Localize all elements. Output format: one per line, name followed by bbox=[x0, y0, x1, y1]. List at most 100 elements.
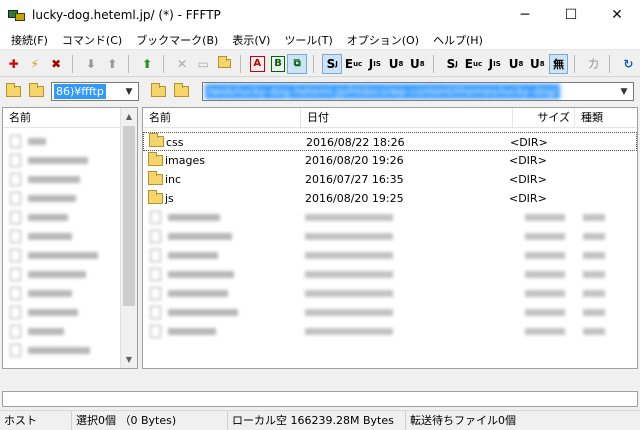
menu-bookmark[interactable]: ブックマーク(B) bbox=[129, 32, 225, 48]
obscured-file-row[interactable] bbox=[3, 265, 121, 284]
menu-help[interactable]: ヘルプ(H) bbox=[426, 32, 490, 48]
obscured-file-detail bbox=[525, 252, 565, 259]
file-icon bbox=[150, 230, 161, 243]
scroll-up-icon[interactable]: ▲ bbox=[121, 108, 137, 125]
remote-folder-row[interactable]: inc 2016/07/27 16:35 <DIR> bbox=[143, 170, 637, 189]
obscured-file-name bbox=[168, 328, 216, 335]
menu-options[interactable]: オプション(O) bbox=[340, 32, 426, 48]
remote-folder-row[interactable]: images 2016/08/20 19:26 <DIR> bbox=[143, 151, 637, 170]
remote-path-bar: /web/lucky-dog.heteml.jp/htdocs/wp-conte… bbox=[145, 79, 640, 104]
utf8-remote-icon[interactable]: U8 bbox=[386, 54, 405, 74]
sjis-remote-icon[interactable]: SJ bbox=[322, 53, 342, 74]
remote-folder-row[interactable]: js 2016/08/20 19:25 <DIR> bbox=[143, 189, 637, 208]
obscured-file-row[interactable] bbox=[3, 341, 121, 360]
scroll-down-icon[interactable]: ▼ bbox=[121, 351, 137, 368]
ascii-mode-icon[interactable]: A bbox=[249, 55, 265, 72]
maximize-button[interactable]: ☐ bbox=[548, 0, 594, 30]
file-icon bbox=[10, 325, 21, 338]
obscured-file-row[interactable] bbox=[3, 189, 121, 208]
obscured-file-row[interactable] bbox=[3, 322, 121, 341]
upload-icon[interactable]: ⬆ bbox=[103, 54, 122, 74]
minimize-button[interactable]: ─ bbox=[502, 0, 548, 30]
remote-file-list[interactable]: 名前 日付 サイズ 種類 css 2016/08/22 18:26 <DIR> … bbox=[142, 107, 638, 369]
utf8bom-local-icon[interactable]: U8 bbox=[528, 54, 547, 74]
disconnect-icon[interactable]: ✖ bbox=[47, 54, 66, 74]
kana-conversion-button[interactable]: カ bbox=[584, 54, 603, 74]
log-area[interactable] bbox=[2, 391, 638, 407]
remote-name-column-header[interactable]: 名前 bbox=[143, 108, 301, 128]
delete-icon[interactable]: ✕ bbox=[172, 54, 191, 74]
toolbar-separator bbox=[240, 54, 246, 73]
menu-connect[interactable]: 接続(F) bbox=[4, 32, 55, 48]
mirror-upload-icon[interactable]: ⬆ bbox=[138, 54, 157, 74]
title-bar: lucky-dog.heteml.jp/ (*) - FFFTP ─ ☐ ✕ bbox=[0, 0, 640, 30]
status-bar: ホスト 選択0個 （0 Bytes) ローカル空 166239.28M Byte… bbox=[0, 410, 640, 430]
obscured-file-row[interactable] bbox=[143, 208, 619, 227]
remote-date-column-header[interactable]: 日付 bbox=[301, 108, 513, 128]
local-path-input[interactable]: 86)¥ffftp ▼ bbox=[51, 82, 139, 101]
remote-folder-row[interactable]: css 2016/08/22 18:26 <DIR> bbox=[143, 132, 637, 151]
download-icon[interactable]: ⬇ bbox=[81, 54, 100, 74]
auto-mode-icon[interactable]: ⧉ bbox=[287, 53, 307, 74]
obscured-file-row[interactable] bbox=[3, 246, 121, 265]
no-conversion-button[interactable]: 無 bbox=[548, 53, 569, 74]
file-icon bbox=[150, 268, 161, 281]
remote-open-folder-icon[interactable] bbox=[171, 82, 191, 101]
scrollbar-thumb[interactable] bbox=[123, 126, 135, 306]
obscured-file-row[interactable] bbox=[143, 246, 619, 265]
utf8-local-icon[interactable]: U8 bbox=[506, 54, 525, 74]
euc-local-icon[interactable]: Euc bbox=[464, 54, 483, 74]
obscured-file-row[interactable] bbox=[143, 303, 619, 322]
obscured-file-detail bbox=[305, 309, 393, 316]
chevron-down-icon[interactable]: ▼ bbox=[122, 83, 136, 100]
menu-command[interactable]: コマンド(C) bbox=[55, 32, 129, 48]
obscured-file-row[interactable] bbox=[3, 303, 121, 322]
obscured-file-row[interactable] bbox=[3, 284, 121, 303]
new-folder-icon[interactable] bbox=[215, 54, 234, 74]
obscured-file-row[interactable] bbox=[143, 284, 619, 303]
obscured-file-detail bbox=[583, 328, 605, 335]
obscured-file-detail bbox=[305, 214, 393, 221]
remote-size-column-header[interactable]: サイズ bbox=[513, 108, 575, 128]
status-transfer-queue: 転送待ちファイル0個 bbox=[410, 413, 516, 427]
remote-type-column-header[interactable]: 種類 bbox=[575, 108, 637, 128]
local-name-column-header[interactable]: 名前 bbox=[3, 108, 122, 128]
obscured-file-row[interactable] bbox=[143, 227, 619, 246]
file-icon bbox=[150, 249, 161, 262]
obscured-file-row[interactable] bbox=[143, 322, 619, 341]
euc-remote-icon[interactable]: Euc bbox=[344, 54, 363, 74]
refresh-icon[interactable]: ↻ bbox=[619, 54, 638, 74]
sjis-local-icon[interactable]: SJ bbox=[443, 54, 462, 74]
toolbar-separator bbox=[162, 54, 169, 73]
obscured-file-row[interactable] bbox=[143, 265, 619, 284]
menu-view[interactable]: 表示(V) bbox=[225, 32, 277, 48]
obscured-file-row[interactable] bbox=[3, 227, 121, 246]
binary-mode-icon[interactable]: B bbox=[270, 55, 286, 72]
obscured-file-detail bbox=[305, 233, 393, 240]
jis-local-icon[interactable]: J IS bbox=[485, 54, 504, 74]
quick-connect-icon[interactable]: ⚡ bbox=[25, 54, 44, 74]
local-vertical-scrollbar[interactable]: ▲ ▼ bbox=[120, 108, 137, 368]
obscured-file-name bbox=[28, 157, 88, 164]
obscured-file-row[interactable] bbox=[3, 132, 121, 151]
utf8bom-remote-icon[interactable]: U8 bbox=[408, 54, 427, 74]
local-parent-folder-icon[interactable] bbox=[3, 82, 23, 101]
remote-parent-folder-icon[interactable] bbox=[148, 82, 168, 101]
close-button[interactable]: ✕ bbox=[594, 0, 640, 30]
remote-path-input[interactable]: /web/lucky-dog.heteml.jp/htdocs/wp-conte… bbox=[202, 82, 634, 101]
obscured-file-detail bbox=[583, 309, 605, 316]
file-icon bbox=[150, 325, 161, 338]
jis-remote-icon[interactable]: J IS bbox=[365, 54, 384, 74]
local-open-folder-icon[interactable] bbox=[26, 82, 46, 101]
obscured-file-row[interactable] bbox=[3, 208, 121, 227]
file-icon bbox=[150, 306, 161, 319]
obscured-file-name bbox=[28, 347, 90, 354]
obscured-file-name bbox=[28, 328, 64, 335]
local-file-list[interactable]: 名前 ▲ ▼ bbox=[2, 107, 138, 369]
menu-tools[interactable]: ツール(T) bbox=[277, 32, 339, 48]
connect-icon[interactable]: ✚ bbox=[4, 54, 23, 74]
rename-icon[interactable]: ▭ bbox=[194, 54, 213, 74]
chevron-down-icon[interactable]: ▼ bbox=[617, 83, 631, 100]
obscured-file-row[interactable] bbox=[3, 170, 121, 189]
obscured-file-row[interactable] bbox=[3, 151, 121, 170]
